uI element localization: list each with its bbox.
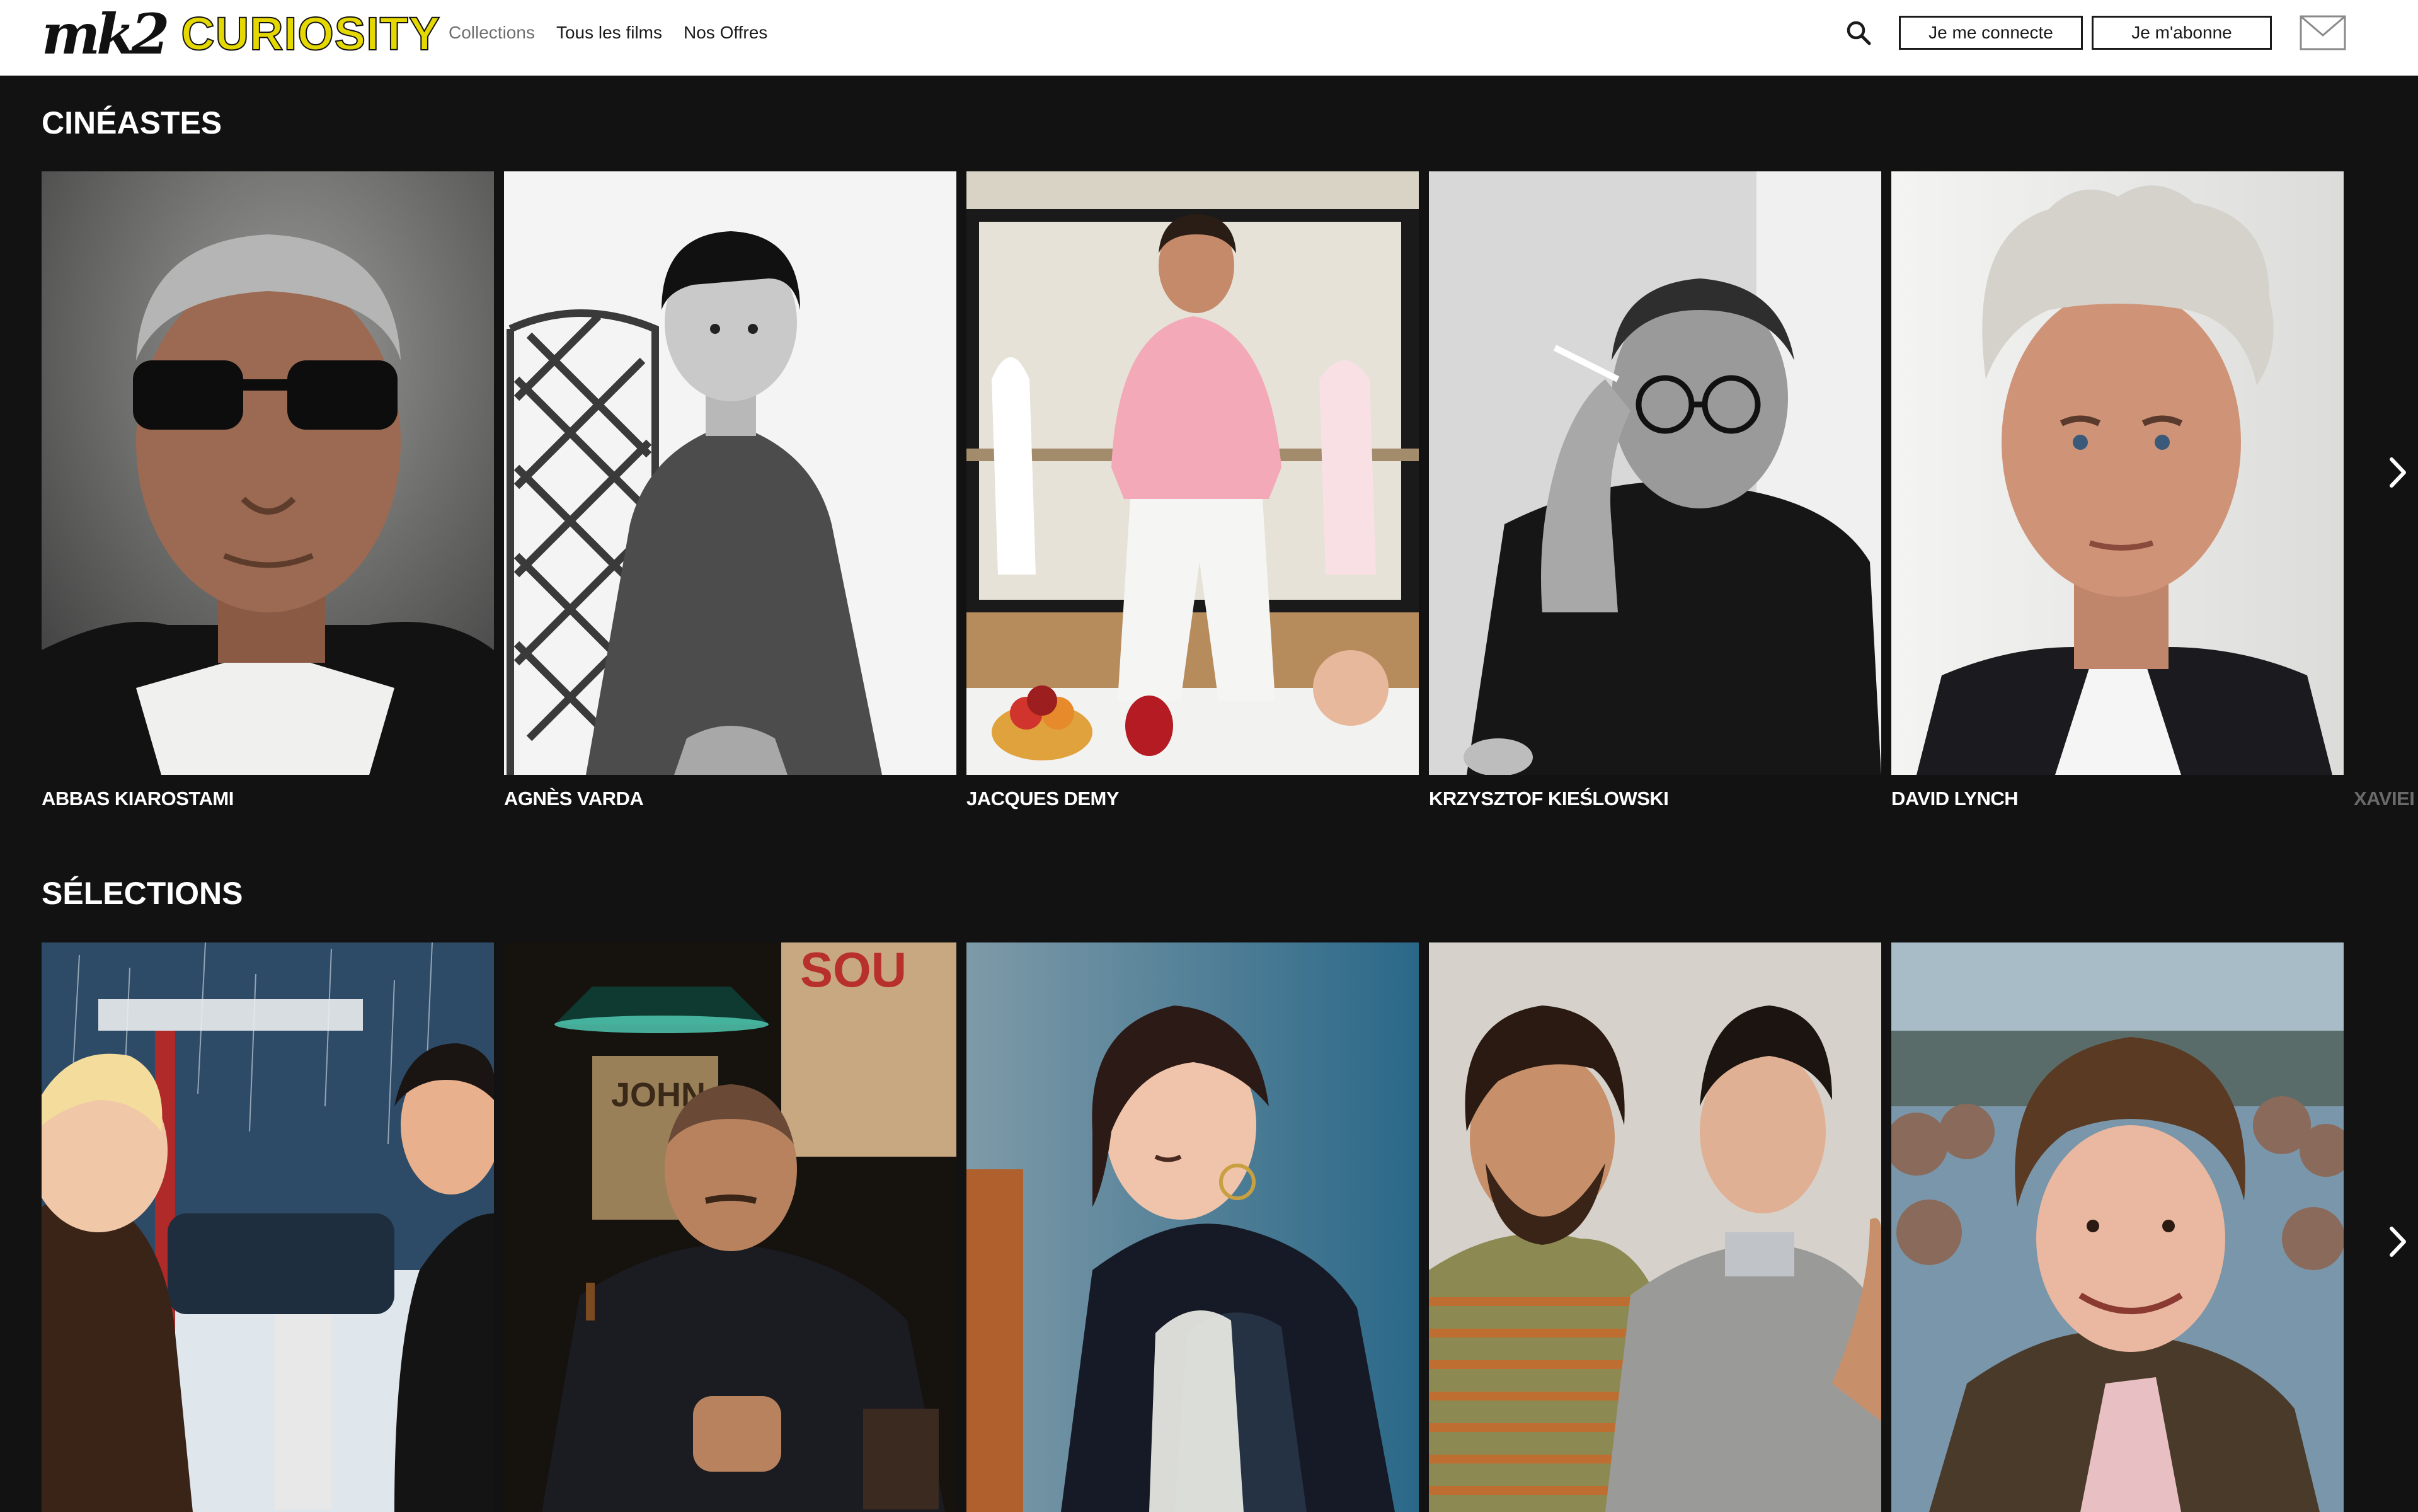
section-title-selections: SÉLECTIONS — [42, 876, 243, 911]
cineaste-name: DAVID LYNCH — [1891, 788, 2019, 810]
selections-next-button[interactable] — [2384, 1220, 2412, 1264]
cineaste-card[interactable]: DAVID LYNCH — [1891, 171, 2344, 810]
cineastes-next-button[interactable] — [2384, 450, 2412, 495]
subscribe-button[interactable]: Je m'abonne — [2092, 16, 2272, 50]
cineastes-carousel: ABBAS KIAROSTAMI AGNÈS VARDA JACQUES DEM… — [42, 171, 2418, 820]
cineaste-card[interactable]: KRZYSZTOF KIEŚLOWSKI — [1429, 171, 1881, 810]
cineaste-name: XAVIEI — [2354, 788, 2415, 810]
search-button[interactable] — [1843, 18, 1874, 48]
site-logo[interactable]: mk2 CURIOSITY — [42, 4, 440, 64]
selection-card[interactable] — [1429, 942, 1881, 1512]
cineaste-photo — [42, 171, 494, 775]
cineaste-photo — [504, 171, 956, 775]
main-nav: Collections Tous les films Nos Offres — [449, 0, 767, 66]
selection-image: SOU JOHN — [504, 942, 956, 1512]
selection-image — [1429, 942, 1881, 1512]
selection-card[interactable] — [42, 942, 494, 1512]
selection-image — [1891, 942, 2344, 1512]
cineaste-photo — [1891, 171, 2344, 775]
selection-card[interactable] — [1891, 942, 2344, 1512]
search-icon — [1847, 21, 1871, 45]
cineaste-photo — [1429, 171, 1881, 775]
nav-collections[interactable]: Collections — [449, 23, 535, 43]
cineaste-name: JACQUES DEMY — [966, 788, 1120, 810]
cineaste-name: AGNÈS VARDA — [504, 788, 644, 810]
chevron-right-icon — [2390, 1227, 2406, 1257]
mail-icon — [2300, 15, 2346, 50]
section-title-cineastes: CINÉASTES — [42, 105, 222, 140]
nav-tous-les-films[interactable]: Tous les films — [556, 23, 662, 43]
svg-text:SOU: SOU — [800, 942, 907, 997]
cineaste-name: KRZYSZTOF KIEŚLOWSKI — [1429, 788, 1669, 810]
cineaste-name: ABBAS KIAROSTAMI — [42, 788, 234, 810]
logo-mk2: mk2 — [42, 1, 169, 67]
selection-image — [966, 942, 1419, 1512]
cineaste-card[interactable]: JACQUES DEMY — [966, 171, 1419, 810]
cineaste-card[interactable]: ABBAS KIAROSTAMI — [42, 171, 494, 810]
logo-curiosity: CURIOSITY — [180, 8, 441, 60]
newsletter-button[interactable] — [2300, 15, 2346, 50]
login-button[interactable]: Je me connecte — [1899, 16, 2083, 50]
selections-carousel: SOU JOHN — [42, 942, 2418, 1512]
cineaste-photo — [966, 171, 1419, 775]
selection-card[interactable]: SOU JOHN — [504, 942, 956, 1512]
top-header: mk2 CURIOSITY Collections Tous les films… — [0, 0, 2418, 76]
cineaste-card[interactable]: AGNÈS VARDA — [504, 171, 956, 810]
selection-image — [42, 942, 494, 1512]
selection-card[interactable] — [966, 942, 1419, 1512]
chevron-right-icon — [2390, 457, 2406, 488]
nav-nos-offres[interactable]: Nos Offres — [684, 23, 767, 43]
